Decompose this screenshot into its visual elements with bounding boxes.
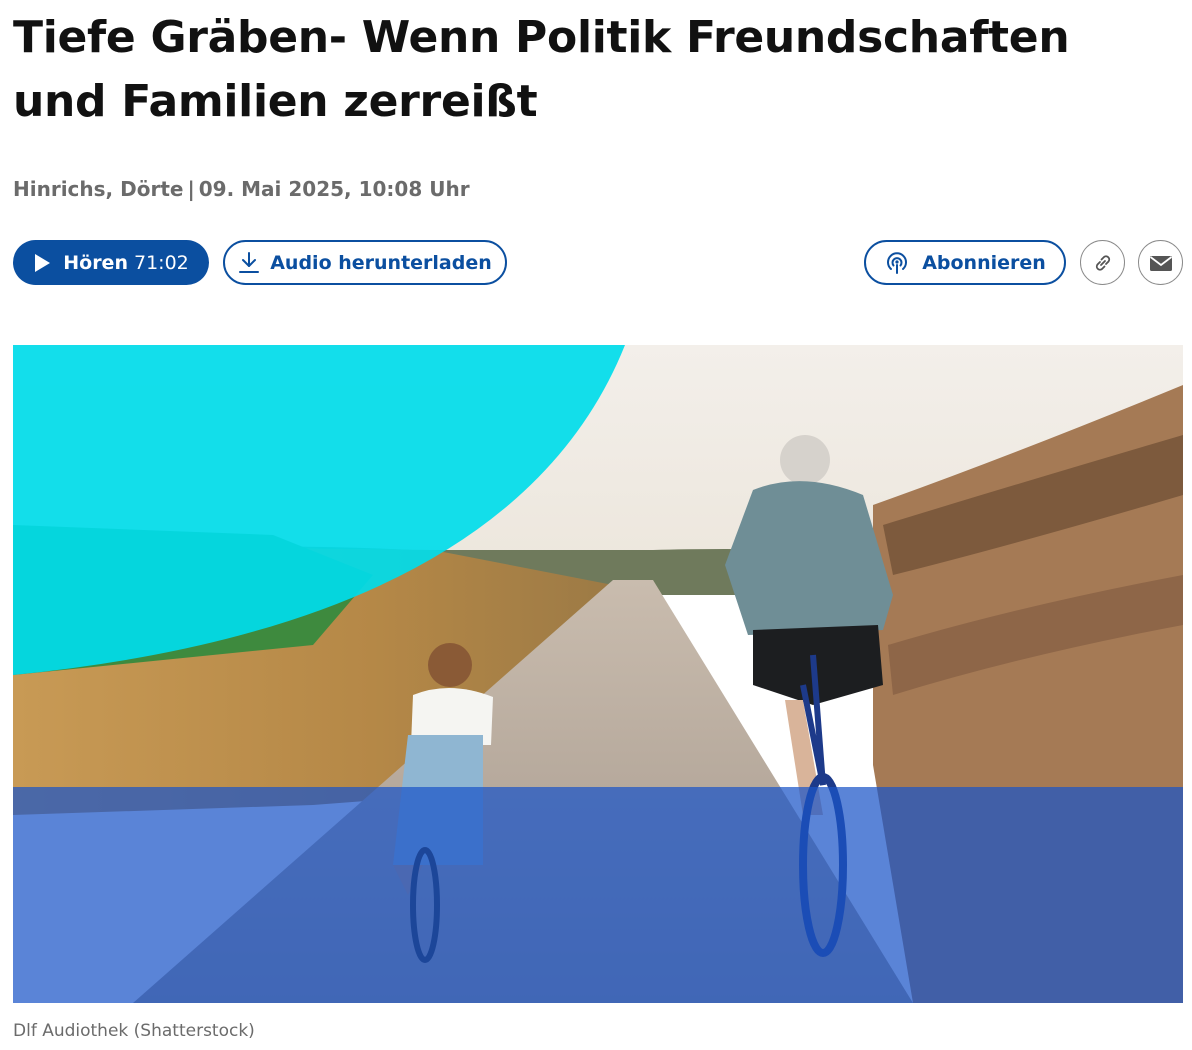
hero-image	[13, 345, 1183, 1003]
article-meta: Hinrichs, Dörte | 09. Mai 2025, 10:08 Uhr	[13, 174, 470, 204]
article-author: Hinrichs, Dörte	[13, 177, 184, 201]
play-duration: 71:02	[133, 251, 189, 274]
hero-photo	[13, 345, 1183, 1003]
meta-separator: |	[187, 177, 195, 201]
article-title: Tiefe Gräben- Wenn Politik Freundschafte…	[13, 12, 1070, 127]
download-audio-button[interactable]: Audio herunterladen	[223, 240, 507, 285]
play-button[interactable]: Hören 71:02	[13, 240, 209, 285]
link-icon	[1095, 254, 1110, 271]
download-label: Audio herunterladen	[270, 251, 492, 274]
subscribe-button[interactable]: Abonnieren	[864, 240, 1066, 285]
share-mail-button[interactable]	[1138, 240, 1183, 285]
podcast-icon	[887, 251, 908, 274]
mail-icon	[1149, 255, 1172, 271]
download-icon	[239, 251, 260, 273]
article-date: 09. Mai 2025, 10:08 Uhr	[198, 177, 470, 201]
image-caption: Dlf Audiothek (Shatterstock)	[13, 1021, 255, 1041]
play-label: Hören	[63, 251, 128, 274]
play-icon	[35, 253, 51, 272]
copy-link-button[interactable]	[1080, 240, 1125, 285]
subscribe-label: Abonnieren	[922, 251, 1046, 274]
